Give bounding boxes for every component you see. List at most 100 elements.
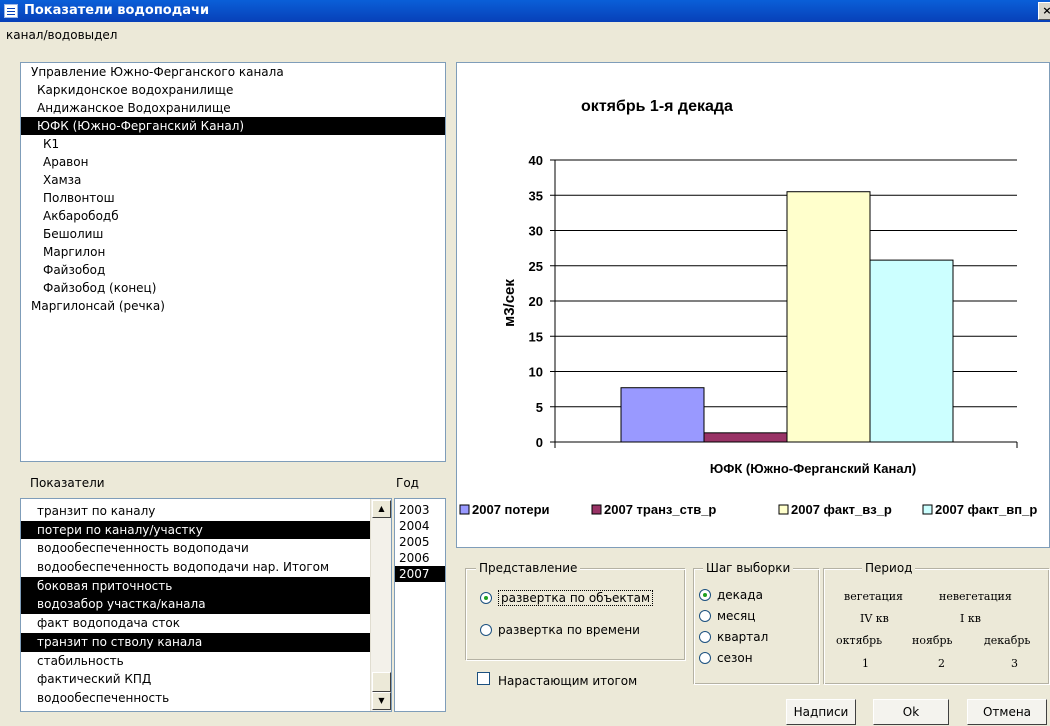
object-item[interactable]: Управление Южно-Ферганского канала [21, 63, 445, 81]
year-item[interactable]: 2005 [395, 534, 445, 550]
radio-step-quarter[interactable]: квартал [699, 630, 768, 644]
object-item[interactable]: Файзобод (конец) [21, 279, 445, 297]
period-quarter-nonveg[interactable]: I кв [960, 612, 981, 625]
view-group-title: Представление [476, 561, 581, 575]
indicator-item[interactable]: водообеспеченность водоподачи нар. Итого… [21, 558, 391, 577]
years-list[interactable]: 2003 2004 2005 2006 2007 [394, 498, 446, 712]
object-item[interactable]: Маргилонсай (речка) [21, 297, 445, 315]
step-group [694, 569, 820, 685]
x-axis-label: ЮФК (Южно-Ферганский Канал) [710, 461, 916, 476]
radio-dot[interactable] [699, 589, 711, 601]
object-item[interactable]: Маргилон [21, 243, 445, 261]
ok-button[interactable]: Ok [873, 699, 949, 725]
indicator-item[interactable]: водозабор участка/канала [21, 595, 391, 615]
chart-title: октябрь 1-я декада [581, 98, 733, 115]
object-item[interactable]: Файзобод [21, 261, 445, 279]
indicators-scrollbar[interactable]: ▲ ▼ [370, 499, 391, 711]
y-axis-label: м3/сек [501, 279, 518, 327]
y-tick-label: 5 [536, 400, 543, 415]
window-title: Показатели водоподачи [24, 3, 210, 18]
year-label: Год [396, 476, 419, 490]
bar [703, 432, 788, 443]
object-item[interactable]: Андижанское Водохранилище [21, 99, 445, 117]
objects-list[interactable]: Управление Южно-Ферганского канала Карки… [20, 62, 446, 462]
indicator-item[interactable]: стабильность [21, 652, 391, 671]
indicator-item[interactable]: транзит по каналу [21, 502, 391, 521]
y-tick-label: 0 [536, 435, 543, 450]
indicator-item[interactable]: транзит по стволу канала [21, 632, 391, 652]
radio-view-objects[interactable]: развертка по объектам [480, 590, 654, 606]
captions-button[interactable]: Надписи [786, 699, 856, 725]
object-item[interactable]: К1 [21, 135, 445, 153]
period-vegetation[interactable]: вегетация [844, 590, 903, 603]
legend-label: 2007 потери [472, 502, 550, 517]
period-group-title: Период [862, 561, 916, 575]
radio-step-month[interactable]: месяц [699, 609, 755, 623]
close-button[interactable]: × [1038, 2, 1050, 20]
period-number-1[interactable]: 1 [862, 657, 869, 670]
period-quarter-veg[interactable]: IV кв [860, 612, 889, 625]
legend-label: 2007 факт_вз_р [791, 502, 892, 517]
y-tick-label: 20 [529, 294, 543, 309]
bar-chart: октябрь 1-я декада м3/сек ЮФК (Южно-Ферг… [459, 98, 1037, 517]
year-item[interactable]: 2007 [395, 566, 445, 582]
y-tick-label: 15 [529, 329, 543, 344]
legend-label: 2007 транз_ств_р [604, 502, 716, 517]
period-number-2[interactable]: 2 [938, 657, 945, 670]
radio-dot[interactable] [480, 592, 492, 604]
scroll-thumb[interactable] [372, 672, 391, 692]
radio-dot[interactable] [699, 652, 711, 664]
indicator-item[interactable]: потери по каналу/участку [21, 520, 391, 540]
object-item[interactable]: Бешолиш [21, 225, 445, 243]
bar [786, 191, 871, 443]
year-item[interactable]: 2004 [395, 518, 445, 534]
object-item[interactable]: Каркидонское водохранилище [21, 81, 445, 99]
chart-panel: октябрь 1-я декада м3/сек ЮФК (Южно-Ферг… [456, 62, 1050, 548]
period-month-1[interactable]: октябрь [836, 634, 882, 647]
period-number-3[interactable]: 3 [1011, 657, 1018, 670]
indicator-item[interactable]: фактический КПД [21, 670, 391, 689]
radio-dot[interactable] [699, 610, 711, 622]
view-group [466, 569, 686, 661]
step-group-title: Шаг выборки [703, 561, 794, 575]
cancel-button[interactable]: Отмена [967, 699, 1047, 725]
cumulative-checkbox[interactable] [477, 672, 490, 685]
y-tick-label: 30 [529, 224, 543, 239]
y-tick-label: 10 [529, 365, 543, 380]
indicator-item[interactable]: боковая приточность [21, 576, 391, 596]
cumulative-label: Нарастающим итогом [498, 674, 638, 688]
period-month-3[interactable]: декабрь [984, 634, 1030, 647]
legend-swatch [459, 504, 470, 515]
form-icon [4, 4, 18, 18]
legend-label: 2007 факт_вп_р [935, 502, 1037, 517]
year-item[interactable]: 2003 [395, 502, 445, 518]
period-nonvegetation[interactable]: невегетация [939, 590, 1012, 603]
y-tick-label: 40 [529, 153, 543, 168]
radio-dot[interactable] [480, 624, 492, 636]
object-item[interactable]: Аравон [21, 153, 445, 171]
indicator-item[interactable]: факт водоподача сток [21, 614, 391, 633]
object-item[interactable]: Полвонтош [21, 189, 445, 207]
y-tick-label: 35 [529, 188, 543, 203]
period-month-2[interactable]: ноябрь [912, 634, 953, 647]
indicator-item[interactable]: водообеспеченность водоподачи [21, 539, 391, 558]
object-item[interactable]: ЮФК (Южно-Ферганский Канал) [21, 117, 445, 135]
legend-swatch [922, 504, 933, 515]
bar [869, 259, 954, 443]
object-item[interactable]: Акбарободб [21, 207, 445, 225]
radio-view-time[interactable]: развертка по времени [480, 623, 640, 637]
radio-step-season[interactable]: сезон [699, 651, 753, 665]
indicators-label: Показатели [30, 476, 105, 490]
legend-swatch [591, 504, 602, 515]
scroll-down-button[interactable]: ▼ [372, 692, 391, 710]
bar [620, 387, 705, 443]
title-bar: Показатели водоподачи × [0, 0, 1050, 22]
scroll-up-button[interactable]: ▲ [372, 500, 391, 518]
year-item[interactable]: 2006 [395, 550, 445, 566]
indicator-item[interactable]: водообеспеченность [21, 689, 391, 708]
radio-step-decade[interactable]: декада [699, 588, 763, 602]
indicators-list[interactable]: транзит по каналу потери по каналу/участ… [20, 498, 392, 712]
object-item[interactable]: Хамза [21, 171, 445, 189]
radio-dot[interactable] [699, 631, 711, 643]
legend-swatch [778, 504, 789, 515]
